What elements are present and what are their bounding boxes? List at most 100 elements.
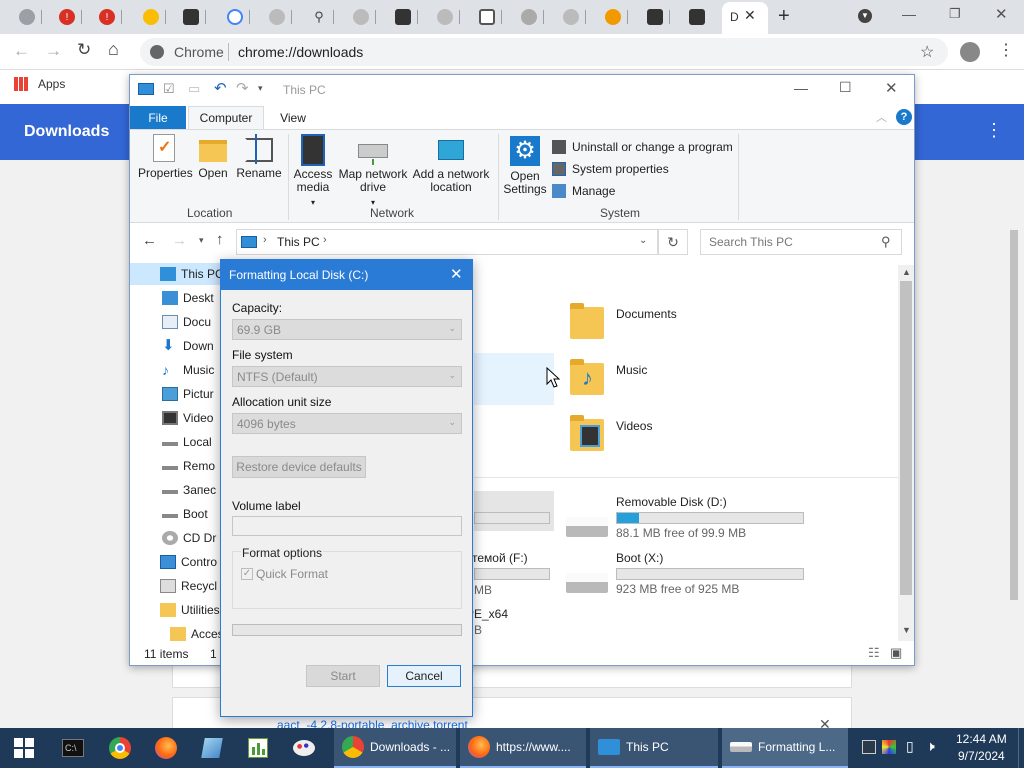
- search-box[interactable]: Search This PC ⚲: [700, 229, 902, 255]
- manage-button[interactable]: Manage: [552, 182, 615, 200]
- explorer-maximize-icon[interactable]: ☐: [839, 79, 852, 96]
- restore-icon[interactable]: ❐: [949, 6, 961, 22]
- forward-icon[interactable]: →: [45, 41, 62, 61]
- notepad-icon[interactable]: [198, 734, 226, 762]
- chrome-taskbar-icon[interactable]: [106, 734, 134, 762]
- scrollbar-thumb[interactable]: [900, 281, 912, 595]
- browser-tab[interactable]: [176, 6, 206, 28]
- explorer-forward-icon[interactable]: →: [172, 232, 187, 249]
- nav-item-this-pc[interactable]: This PC: [160, 264, 224, 284]
- capacity-select[interactable]: 69.9 GB ⌄: [232, 319, 462, 340]
- qat-newfolder-icon[interactable]: ▭: [188, 81, 200, 97]
- browser-tab[interactable]: [682, 6, 712, 28]
- downloads-menu-icon[interactable]: ⋮: [985, 120, 1003, 141]
- nav-item-local-disk[interactable]: Local: [162, 432, 212, 452]
- show-desktop-button[interactable]: [1018, 728, 1024, 768]
- browser-tab[interactable]: [640, 6, 670, 28]
- clock-time[interactable]: 12:44 AM: [956, 732, 1007, 746]
- taskbar-item-this-pc[interactable]: This PC: [590, 728, 718, 768]
- browser-tab[interactable]: ⚲: [304, 6, 334, 28]
- browser-tab[interactable]: [472, 6, 502, 28]
- open-button[interactable]: Open: [194, 134, 232, 180]
- omnibox[interactable]: Chrome chrome://downloads ☆: [140, 38, 948, 66]
- help-icon[interactable]: ?: [896, 109, 912, 125]
- dialog-close-icon[interactable]: ✕: [450, 265, 463, 283]
- browser-tab[interactable]: [430, 6, 460, 28]
- content-scrollbar[interactable]: ▲ ▼: [898, 265, 914, 641]
- cancel-button[interactable]: Cancel: [387, 665, 461, 687]
- allocation-select[interactable]: 4096 bytes ⌄: [232, 413, 462, 434]
- explorer-close-icon[interactable]: ✕: [885, 79, 898, 97]
- volume-muted-icon[interactable]: 🕨: [926, 738, 935, 755]
- nav-item-videos[interactable]: Video: [162, 408, 213, 428]
- browser-tab[interactable]: [262, 6, 292, 28]
- refresh-icon[interactable]: ↻: [658, 229, 688, 255]
- browser-tab[interactable]: [388, 6, 418, 28]
- system-properties-button[interactable]: System properties: [552, 160, 669, 178]
- restore-defaults-button[interactable]: Restore device defaults: [232, 456, 366, 478]
- nav-item-recycle-bin[interactable]: Recycl: [160, 576, 217, 596]
- taskbar-item-downloads[interactable]: Downloads - ...: [334, 728, 456, 768]
- nav-item-music[interactable]: ♪ Music: [162, 360, 214, 380]
- folder-music[interactable]: Music: [616, 363, 647, 377]
- boot-drive-name[interactable]: Boot (X:): [616, 551, 663, 565]
- nav-item-downloads[interactable]: ⬇ Down: [162, 336, 214, 356]
- open-settings-button[interactable]: ⚙ Open Settings: [502, 134, 548, 196]
- nav-item-boot[interactable]: Boot: [162, 504, 208, 524]
- profile-icon[interactable]: [960, 42, 980, 62]
- qat-properties-icon[interactable]: ☑: [163, 81, 175, 97]
- browser-tab[interactable]: [346, 6, 376, 28]
- close-tab-icon[interactable]: ✕: [744, 7, 756, 24]
- recent-locations-icon[interactable]: ▾: [199, 235, 204, 246]
- page-scrollbar[interactable]: [1010, 230, 1018, 600]
- undo-icon[interactable]: ↶: [214, 79, 227, 97]
- back-icon[interactable]: ←: [13, 41, 30, 61]
- tab-computer[interactable]: Computer: [188, 106, 264, 130]
- details-view-icon[interactable]: ☷: [868, 645, 880, 661]
- active-tab[interactable]: D ✕: [722, 2, 768, 34]
- browser-tab[interactable]: [598, 6, 628, 28]
- browser-tab[interactable]: [136, 6, 166, 28]
- bookmark-star-icon[interactable]: ☆: [920, 42, 934, 62]
- taskbar-item-formatting[interactable]: Formatting L...: [722, 728, 848, 768]
- start-button[interactable]: Start: [306, 665, 380, 687]
- address-box[interactable]: › This PC › ⌄: [236, 229, 658, 255]
- browser-tab[interactable]: !: [92, 6, 122, 28]
- nav-item-pictures[interactable]: Pictur: [162, 384, 214, 404]
- access-media-button[interactable]: Access media ▾: [292, 134, 334, 208]
- removable-drive-icon[interactable]: [566, 517, 608, 537]
- documents-folder-icon[interactable]: [570, 303, 604, 339]
- home-icon[interactable]: ⌂: [108, 39, 119, 60]
- large-icons-view-icon[interactable]: ▣: [890, 645, 902, 661]
- collapse-ribbon-icon[interactable]: ︿: [876, 109, 887, 125]
- nav-item-utilities[interactable]: Utilities: [160, 600, 220, 620]
- folder-videos[interactable]: Videos: [616, 419, 652, 433]
- boot-drive-icon[interactable]: [566, 573, 608, 593]
- rename-button[interactable]: Rename: [236, 134, 282, 180]
- browser-tab[interactable]: [514, 6, 544, 28]
- taskbar-item-firefox[interactable]: https://www....: [460, 728, 586, 768]
- nav-item-cd-drive[interactable]: CD Dr: [162, 528, 216, 548]
- paint-icon[interactable]: [290, 734, 318, 762]
- scroll-down-icon[interactable]: ▼: [902, 625, 911, 635]
- clock-date[interactable]: 9/7/2024: [958, 749, 1005, 763]
- browser-tab[interactable]: [220, 6, 250, 28]
- file-system-select[interactable]: NTFS (Default) ⌄: [232, 366, 462, 387]
- nav-item-control-panel[interactable]: Contro: [160, 552, 217, 572]
- minimize-icon[interactable]: —: [902, 6, 916, 22]
- browser-tab[interactable]: [556, 6, 586, 28]
- explorer-minimize-icon[interactable]: —: [794, 80, 808, 96]
- tab-view[interactable]: View: [266, 106, 320, 130]
- uninstall-button[interactable]: Uninstall or change a program: [552, 138, 733, 156]
- up-icon[interactable]: ↑: [216, 231, 224, 248]
- quick-format-checkbox[interactable]: ✓: [241, 568, 253, 580]
- browser-tab[interactable]: !: [52, 6, 82, 28]
- videos-folder-icon[interactable]: [570, 415, 604, 451]
- browser-tab[interactable]: [12, 6, 42, 28]
- removable-drive-name[interactable]: Removable Disk (D:): [616, 495, 727, 509]
- tray-monitor-icon[interactable]: [862, 740, 876, 754]
- properties-button[interactable]: ✓ Properties: [138, 134, 193, 180]
- spreadsheet-icon[interactable]: [244, 734, 272, 762]
- tray-color-icon[interactable]: [882, 740, 896, 754]
- nav-item-removable-disk[interactable]: Remo: [162, 456, 215, 476]
